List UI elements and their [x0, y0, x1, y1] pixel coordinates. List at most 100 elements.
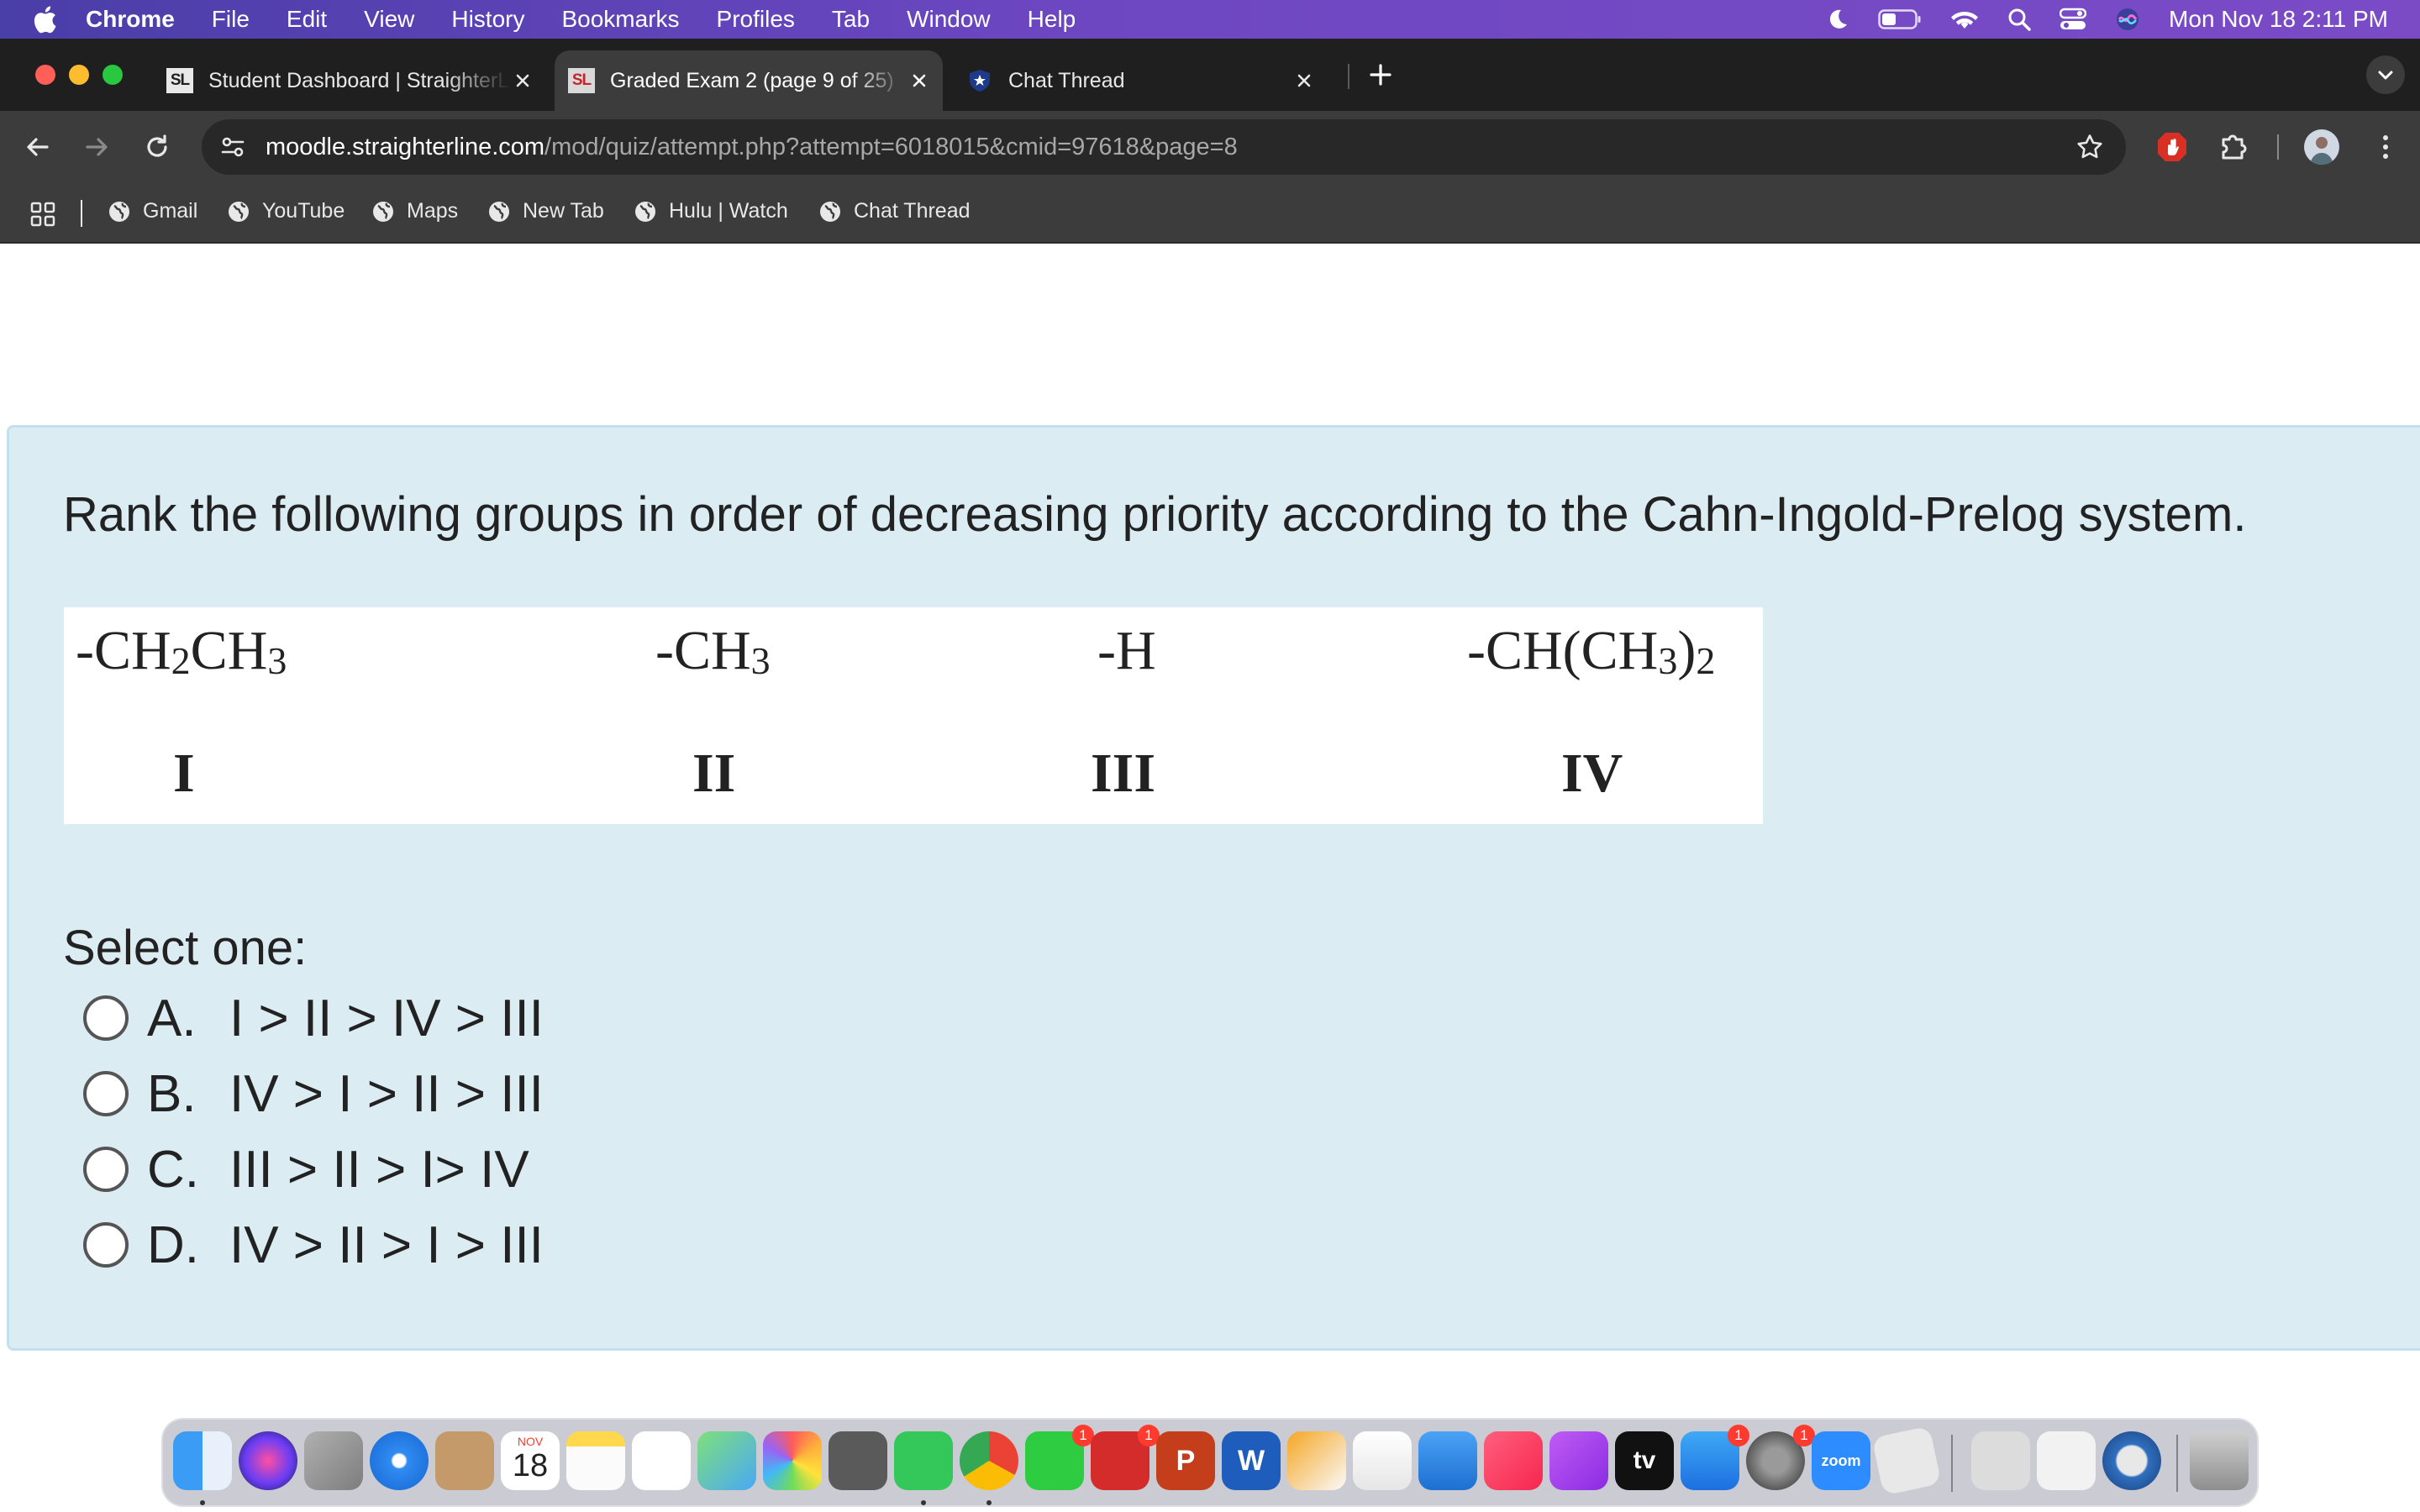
- globe-icon: [373, 201, 393, 222]
- site-info-tune-icon[interactable]: [218, 133, 247, 161]
- messages-icon[interactable]: [894, 1431, 953, 1490]
- spotlight-search-icon[interactable]: [2007, 8, 2031, 31]
- menu-app-name[interactable]: Chrome: [86, 6, 175, 33]
- zoom-icon[interactable]: zoom: [1812, 1431, 1870, 1490]
- menu-file[interactable]: File: [212, 6, 250, 33]
- ad-blocker-extension-icon[interactable]: [2156, 131, 2188, 163]
- tab-close-icon[interactable]: [908, 69, 931, 92]
- new-tab-plus-icon[interactable]: [1366, 60, 1395, 89]
- tab-graded-exam[interactable]: SL Graded Exam 2 (page 9 of 25): [555, 50, 943, 111]
- focus-moon-icon[interactable]: [1826, 8, 1849, 31]
- menu-window[interactable]: Window: [907, 6, 991, 33]
- bookmark-maps[interactable]: Maps: [371, 199, 458, 223]
- globe-icon: [109, 201, 129, 222]
- google-chrome-icon[interactable]: [960, 1431, 1018, 1490]
- word-icon[interactable]: W: [1222, 1431, 1281, 1490]
- tab-separator: [1348, 64, 1349, 89]
- bookmark-gmail[interactable]: Gmail: [108, 199, 197, 223]
- radio-button[interactable]: [83, 1147, 129, 1192]
- url-text[interactable]: moodle.straighterline.com/mod/quiz/attem…: [266, 134, 1238, 161]
- battery-icon[interactable]: [1878, 8, 1922, 30]
- podcasts-icon[interactable]: [1549, 1431, 1608, 1490]
- tab-student-dashboard[interactable]: SL Student Dashboard | StraighterLine: [156, 50, 544, 111]
- menu-bookmarks[interactable]: Bookmarks: [561, 6, 679, 33]
- menu-profiles[interactable]: Profiles: [717, 6, 795, 33]
- option-letter: C.: [147, 1140, 199, 1199]
- calculator-icon[interactable]: [829, 1431, 887, 1490]
- group-formula-2: -CH3: [655, 620, 771, 682]
- calendar-icon[interactable]: NOV 18: [501, 1431, 560, 1490]
- notes-icon[interactable]: [566, 1431, 625, 1490]
- calendar-month: NOV: [517, 1435, 544, 1448]
- roblox-icon[interactable]: [1871, 1425, 1942, 1496]
- quicktime-icon[interactable]: [2102, 1431, 2161, 1490]
- window-close-button[interactable]: [35, 65, 55, 85]
- radio-button[interactable]: [83, 995, 129, 1041]
- menu-tab[interactable]: Tab: [832, 6, 870, 33]
- bookmark-star-icon[interactable]: [2075, 133, 2104, 161]
- safari-compass-icon[interactable]: [370, 1431, 429, 1490]
- photos-icon[interactable]: [763, 1431, 822, 1490]
- trash-icon[interactable]: [2190, 1431, 2249, 1490]
- wifi-icon[interactable]: [1950, 8, 1979, 30]
- bookmark-chat-thread[interactable]: Chat Thread: [818, 199, 971, 223]
- bookmark-youtube[interactable]: YouTube: [227, 199, 345, 223]
- bookmark-new-tab[interactable]: New Tab: [487, 199, 604, 223]
- browser-tab-strip: SL Student Dashboard | StraighterLine SL…: [0, 39, 2420, 111]
- quiz-question-panel: Rank the following groups in order of de…: [7, 425, 2420, 1351]
- pages-icon[interactable]: [1287, 1431, 1346, 1490]
- numbers-chart-icon[interactable]: [1353, 1431, 1412, 1490]
- answer-option-b[interactable]: B. IV > I > II > III: [83, 1064, 544, 1123]
- extensions-puzzle-icon[interactable]: [2217, 131, 2249, 163]
- answer-option-d[interactable]: D. IV > II > I > III: [83, 1215, 544, 1274]
- menu-history[interactable]: History: [451, 6, 524, 33]
- straighterline-logo: SL: [166, 67, 193, 94]
- window-zoom-button[interactable]: [103, 65, 123, 85]
- tab-close-icon[interactable]: [1292, 69, 1316, 92]
- apps-grid-icon[interactable]: [30, 202, 55, 227]
- dock-separator: [1951, 1435, 1953, 1492]
- contacts-icon[interactable]: [435, 1431, 494, 1490]
- tab-search-chevron-down-icon[interactable]: [2366, 55, 2405, 94]
- option-text[interactable]: III > II > I> IV: [229, 1140, 529, 1200]
- siri-icon[interactable]: [239, 1431, 297, 1490]
- radio-button[interactable]: [83, 1071, 129, 1116]
- answer-option-c[interactable]: C. III > II > I> IV: [83, 1140, 529, 1199]
- powerpoint-icon[interactable]: P: [1156, 1431, 1215, 1490]
- option-text[interactable]: I > II > IV > III: [229, 989, 544, 1048]
- option-text[interactable]: IV > II > I > III: [229, 1215, 544, 1275]
- radio-button[interactable]: [83, 1222, 129, 1268]
- chrome-menu-kebab-icon[interactable]: [2370, 131, 2402, 163]
- control-center-icon[interactable]: [2060, 8, 2087, 31]
- option-letter: B.: [147, 1064, 197, 1123]
- maps-icon[interactable]: [697, 1431, 756, 1490]
- menu-bar-clock[interactable]: Mon Nov 18 2:11 PM: [2169, 6, 2388, 33]
- menu-view[interactable]: View: [364, 6, 414, 33]
- recent-screenshot-stack-icon[interactable]: [1971, 1431, 2030, 1490]
- url-path: /mod/quiz/attempt.php?attempt=6018015&cm…: [544, 133, 1238, 160]
- siri-icon[interactable]: [2115, 7, 2140, 32]
- forward-arrow-icon[interactable]: [79, 129, 114, 165]
- menu-help[interactable]: Help: [1028, 6, 1076, 33]
- reload-icon[interactable]: [139, 129, 175, 165]
- tab-close-icon[interactable]: [511, 69, 534, 92]
- address-bar[interactable]: moodle.straighterline.com/mod/quiz/attem…: [202, 119, 2126, 175]
- option-text[interactable]: IV > I > II > III: [229, 1064, 544, 1124]
- music-icon[interactable]: [1484, 1431, 1543, 1490]
- back-arrow-icon[interactable]: [20, 129, 55, 165]
- running-indicator: [921, 1500, 926, 1505]
- window-minimize-button[interactable]: [69, 65, 89, 85]
- finder-icon[interactable]: [173, 1431, 232, 1490]
- tab-chat-thread[interactable]: Chat Thread: [956, 50, 1326, 111]
- menu-edit[interactable]: Edit: [287, 6, 327, 33]
- downloads-stack-icon[interactable]: [2037, 1431, 2096, 1490]
- group-formula-1: -CH2CH3: [76, 620, 287, 682]
- keynote-icon[interactable]: [1418, 1431, 1477, 1490]
- answer-option-a[interactable]: A. I > II > IV > III: [83, 989, 544, 1047]
- profile-avatar[interactable]: [2304, 129, 2339, 165]
- reminders-icon[interactable]: [632, 1431, 691, 1490]
- apple-menu-icon[interactable]: [32, 5, 57, 34]
- apple-tv-icon[interactable]: tv: [1615, 1431, 1674, 1490]
- bookmark-hulu[interactable]: Hulu | Watch: [634, 199, 788, 223]
- launchpad-icon[interactable]: [304, 1431, 363, 1490]
